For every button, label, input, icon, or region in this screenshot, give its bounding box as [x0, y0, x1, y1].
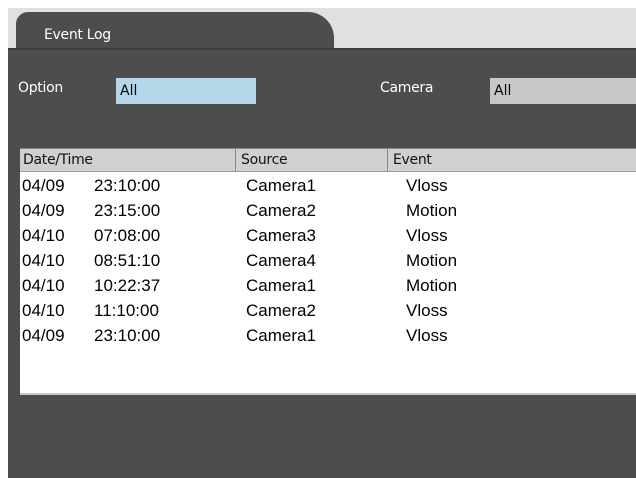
row-source: Camera1 [246, 326, 316, 345]
row-time: 11:10:00 [94, 301, 159, 320]
row-time: 10:22:37 [94, 276, 161, 295]
column-header-source[interactable]: Source [238, 149, 388, 171]
row-event: Motion [406, 276, 458, 295]
row-date: 04/10 [22, 226, 65, 245]
tab-event-log-label: Event Log [44, 27, 111, 43]
row-source: Camera4 [246, 251, 316, 270]
row-event: Vloss [406, 326, 448, 345]
table-row[interactable]: 04/10 11:10:00 Camera2 Vloss [20, 298, 636, 323]
row-date: 04/10 [22, 301, 65, 320]
event-log-window: Event Log Option All Camera All Date/Tim… [8, 8, 636, 478]
table-row[interactable]: 04/10 10:22:37 Camera1 Motion [20, 273, 636, 298]
row-source: Camera2 [246, 301, 316, 320]
row-date: 04/09 [22, 176, 65, 195]
row-event: Vloss [406, 176, 448, 195]
row-source: Camera2 [246, 201, 316, 220]
option-label: Option [18, 80, 63, 96]
row-time: 07:08:00 [94, 226, 161, 245]
row-event: Vloss [406, 301, 448, 320]
table-row[interactable]: 04/10 08:51:10 Camera4 Motion [20, 248, 636, 273]
row-source: Camera3 [246, 226, 316, 245]
table-row[interactable]: 04/09 23:10:00 Camera1 Vloss [20, 173, 636, 198]
row-date: 04/10 [22, 276, 65, 295]
camera-label: Camera [380, 80, 434, 96]
row-date: 04/09 [22, 201, 65, 220]
row-date: 04/09 [22, 326, 65, 345]
table-row[interactable]: 04/10 07:08:00 Camera3 Vloss [20, 223, 636, 248]
tab-divider [8, 48, 636, 50]
tab-event-log[interactable]: Event Log [16, 12, 334, 50]
table-header: Date/Time Source Event [20, 149, 636, 172]
row-time: 08:51:10 [94, 251, 161, 270]
table-row[interactable]: 04/09 23:10:00 Camera1 Vloss [20, 323, 636, 348]
row-time: 23:10:00 [94, 176, 161, 195]
row-date: 04/10 [22, 251, 65, 270]
column-header-event[interactable]: Event [390, 149, 636, 171]
table-bottom-border [20, 393, 636, 395]
option-field[interactable]: All [116, 78, 256, 104]
row-time: 23:10:00 [94, 326, 161, 345]
row-source: Camera1 [246, 176, 316, 195]
column-header-datetime[interactable]: Date/Time [20, 149, 236, 171]
camera-field[interactable]: All [490, 78, 636, 104]
row-event: Motion [406, 251, 458, 270]
row-source: Camera1 [246, 276, 316, 295]
table-row[interactable]: 04/09 23:15:00 Camera2 Motion [20, 198, 636, 223]
filter-row: Option All Camera All [8, 70, 636, 110]
tab-strip: Event Log [8, 8, 636, 50]
row-time: 23:15:00 [94, 201, 161, 220]
event-table: Date/Time Source Event 04/09 23:10:00 Ca… [20, 148, 636, 394]
row-event: Vloss [406, 226, 448, 245]
row-event: Motion [406, 201, 458, 220]
table-body: 04/09 23:10:00 Camera1 Vloss 04/09 23:15… [20, 173, 636, 348]
